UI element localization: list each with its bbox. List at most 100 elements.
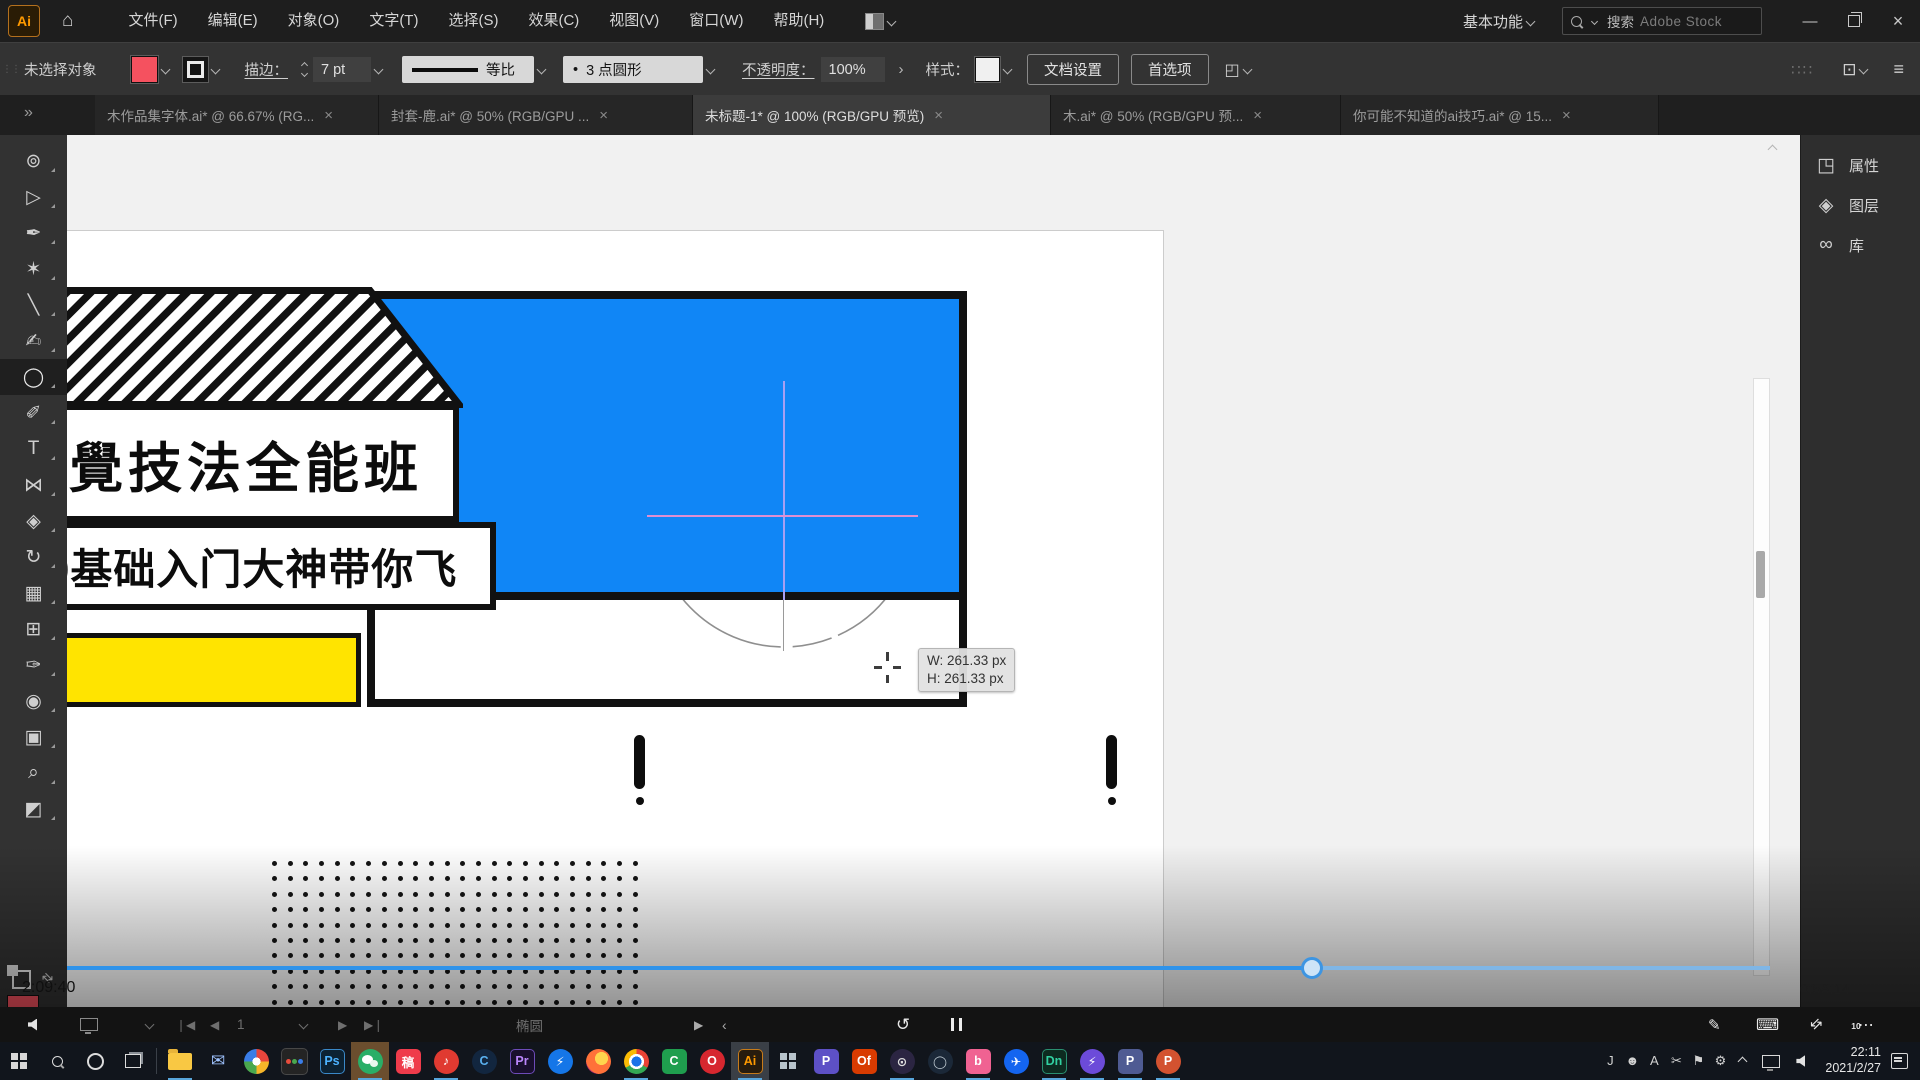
magic-wand-tool[interactable]: ✶ (0, 251, 67, 287)
eraser-tool[interactable]: ◈ (0, 503, 67, 539)
sogou-flag-icon[interactable]: ⚑ (1687, 1053, 1709, 1069)
perspective-grid-tool[interactable]: ▦ (0, 575, 67, 611)
chevron-down-icon[interactable] (374, 65, 384, 75)
chevron-down-icon[interactable] (210, 65, 220, 75)
taskbar-app-mail[interactable]: ✉ (199, 1042, 237, 1080)
menu-item-7[interactable]: 窗口(W) (674, 0, 758, 42)
shape-builder-tool[interactable]: ⊞ (0, 611, 67, 647)
toolbar-expand-icon[interactable]: » (24, 104, 33, 122)
chevron-down-icon[interactable] (706, 65, 716, 75)
chevron-down-icon[interactable] (1242, 65, 1252, 75)
play-icon[interactable]: ▶ (694, 1007, 703, 1042)
isolate-selection-icon[interactable]: ◰ (1225, 60, 1240, 80)
taskbar-app-browser-360[interactable] (237, 1042, 275, 1080)
cortana-button[interactable] (76, 1042, 114, 1080)
pause-button[interactable] (948, 1007, 964, 1042)
ellipse-tool[interactable]: ◯ (0, 359, 67, 395)
taskbar-app-dimension[interactable]: Dn (1035, 1042, 1073, 1080)
chevron-down-icon[interactable] (299, 1020, 309, 1030)
progress-handle[interactable] (1301, 957, 1323, 979)
tab-close-icon[interactable]: × (1562, 107, 1571, 124)
artboard-tool[interactable]: ▣ (0, 719, 67, 755)
menu-item-3[interactable]: 文字(T) (354, 0, 433, 42)
stock-search-input[interactable]: 搜索 Adobe Stock (1562, 7, 1762, 35)
taskbar-app-netease-music[interactable]: ♪ (427, 1042, 465, 1080)
shrink-player-icon[interactable]: ⇵ (1810, 1007, 1822, 1042)
taskbar-app-illustrator[interactable]: Ai (731, 1042, 769, 1080)
progress-bar-played[interactable] (67, 966, 1310, 970)
sogou-font-icon[interactable]: A (1643, 1053, 1665, 1069)
stroke-color-swatch[interactable] (183, 57, 208, 82)
taskbar-app-gaoding-design[interactable]: 稿 (389, 1042, 427, 1080)
document-tab-0[interactable]: 木作品集字体.ai* @ 66.67% (RG...× (95, 95, 379, 135)
menu-item-6[interactable]: 视图(V) (594, 0, 674, 42)
panel-tab-libraries[interactable]: ∞库 (1801, 225, 1920, 265)
direct-selection-tool[interactable]: ▷ (0, 179, 67, 215)
document-tab-3[interactable]: 木.ai* @ 50% (RGB/GPU 预...× (1051, 95, 1341, 135)
paintbrush-tool[interactable]: ✐ (0, 395, 67, 431)
touch-workspace-icon[interactable]: ∷∷ (1791, 61, 1814, 79)
task-view-button[interactable] (114, 1042, 152, 1080)
taskbar-app-file-explorer[interactable] (161, 1042, 199, 1080)
restore-button[interactable] (1832, 0, 1876, 42)
action-center-icon[interactable] (1891, 1053, 1908, 1069)
taskbar-clock[interactable]: 22:11 2021/2/27 (1825, 1045, 1881, 1076)
menu-item-5[interactable]: 效果(C) (513, 0, 594, 42)
symbol-sprayer-tool[interactable]: ◉ (0, 683, 67, 719)
last-artboard-icon[interactable]: ▶❘ (364, 1007, 383, 1042)
taskbar-app-p-slate-app[interactable]: P (1111, 1042, 1149, 1080)
sogou-settings-icon[interactable]: ⚙ (1709, 1053, 1731, 1069)
document-tab-4[interactable]: 你可能不知道的ai技巧.ai* @ 15...× (1341, 95, 1659, 135)
ime-indicator[interactable]: J (1599, 1053, 1621, 1069)
artwork-exclamation-bar[interactable] (634, 735, 645, 789)
chevron-down-icon[interactable] (160, 65, 170, 75)
pen-tool[interactable]: ✒ (0, 215, 67, 251)
chevron-down-icon[interactable] (887, 16, 897, 26)
taskbar-app-thunder-blue[interactable]: ⚡ (541, 1042, 579, 1080)
artwork-striped-banner[interactable] (67, 287, 463, 408)
style-swatch[interactable] (975, 57, 1000, 82)
scrollbar-thumb[interactable] (1756, 551, 1765, 598)
preferences-button[interactable]: 首选项 (1131, 54, 1209, 85)
chevron-down-icon[interactable] (1859, 65, 1869, 75)
taskbar-app-photoshop[interactable]: Ps (313, 1042, 351, 1080)
artwork-headline-box[interactable]: 覺技法全能班 (67, 404, 459, 522)
first-artboard-icon[interactable]: ❘◀ (176, 1007, 195, 1042)
eyedropper-tool[interactable]: ✑ (0, 647, 67, 683)
keyboard-icon[interactable]: ⌨ (1756, 1007, 1779, 1042)
taskbar-app-round-dark-app[interactable]: ◯ (921, 1042, 959, 1080)
artwork-exclamation-bar[interactable] (1106, 735, 1117, 789)
sogou-avatar-icon[interactable]: ☻ (1621, 1053, 1643, 1069)
opacity-value[interactable]: 100% (821, 57, 885, 82)
taskbar-app-powerpoint[interactable]: P (1149, 1042, 1187, 1080)
taskbar-app-blue-bird-app[interactable]: ✈ (997, 1042, 1035, 1080)
chevron-down-icon[interactable] (537, 65, 547, 75)
panel-tab-properties[interactable]: ◳属性 (1801, 145, 1920, 185)
document-tab-2[interactable]: 未标题-1* @ 100% (RGB/GPU 预览)× (693, 95, 1051, 135)
taskbar-app-purple-lightning-app[interactable]: ⚡ (1073, 1042, 1111, 1080)
width-profile-select[interactable]: 等比 (402, 56, 534, 83)
menu-item-4[interactable]: 选择(S) (433, 0, 513, 42)
more-options-icon[interactable]: ⋯ (1858, 1007, 1875, 1042)
menu-item-0[interactable]: 文件(F) (113, 0, 192, 42)
selection-tools[interactable]: ⊚ (0, 143, 67, 179)
document-setup-button[interactable]: 文档设置 (1027, 54, 1119, 85)
taskbar-app-remote-grid-app[interactable] (769, 1042, 807, 1080)
stroke-weight-stepper[interactable] (298, 63, 311, 76)
arrange-documents-icon[interactable] (865, 13, 884, 30)
taskbar-app-chrome[interactable] (617, 1042, 655, 1080)
workspace-switcher[interactable]: 基本功能 (1463, 11, 1523, 32)
rotate-view-tool[interactable]: ↻ (0, 539, 67, 575)
close-button[interactable]: × (1876, 0, 1920, 42)
chevron-down-icon[interactable] (1526, 16, 1536, 26)
tab-close-icon[interactable]: × (599, 107, 608, 124)
brush-select[interactable]: • 3 点圆形 (563, 56, 703, 83)
network-icon[interactable] (1762, 1055, 1780, 1068)
taskbar-search-button[interactable] (38, 1042, 76, 1080)
panel-layout-icon[interactable]: ⊡ (1842, 60, 1856, 80)
prev-artboard-icon[interactable]: ◀ (210, 1007, 219, 1042)
opacity-label[interactable]: 不透明度： (742, 59, 815, 80)
minimize-button[interactable]: — (1788, 0, 1832, 42)
artwork-yellow-rectangle[interactable] (67, 633, 361, 707)
collapse-left-icon[interactable]: ‹ (722, 1007, 727, 1042)
